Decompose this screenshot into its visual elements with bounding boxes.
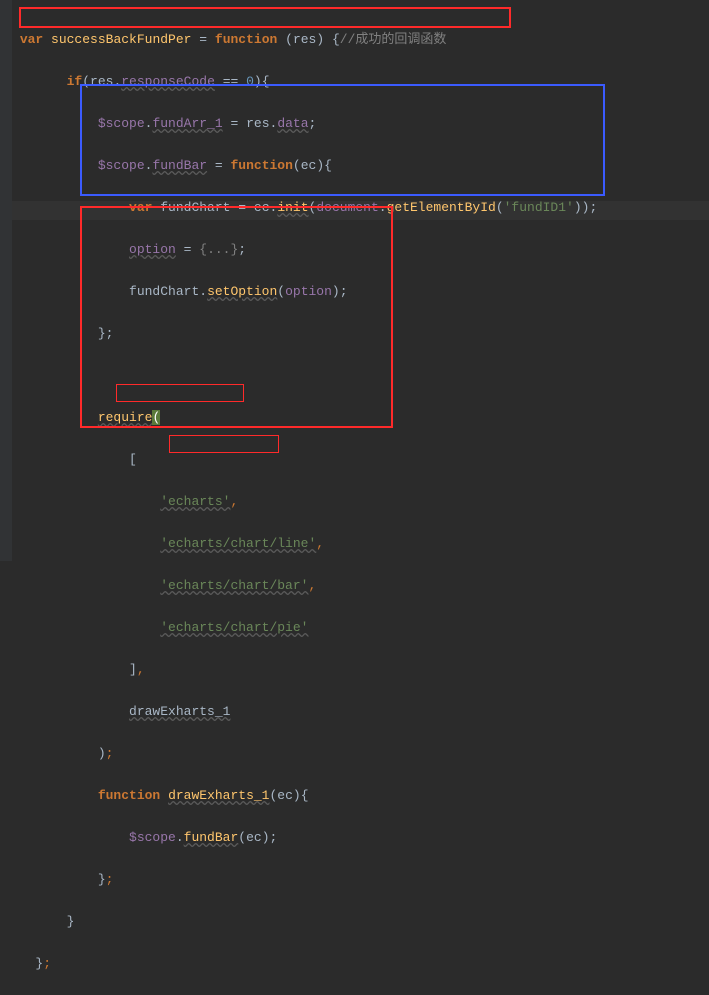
keyword-var: var <box>20 32 43 47</box>
string-literal: 'echarts/chart/line' <box>160 536 316 551</box>
keyword-var: var <box>129 200 152 215</box>
code-line[interactable]: $scope.fundBar(ec); <box>12 827 709 848</box>
code-line[interactable]: }; <box>12 323 709 344</box>
code-line[interactable]: }; <box>12 953 709 974</box>
method-call: setOption <box>207 284 277 299</box>
code-line[interactable]: 'echarts', <box>12 491 709 512</box>
string-literal: 'echarts/chart/bar' <box>160 578 308 593</box>
code-editor[interactable]: var successBackFundPer = function (res) … <box>0 0 709 995</box>
code-fold[interactable]: {...} <box>199 242 238 257</box>
document-global: document <box>316 200 378 215</box>
scope: $scope <box>98 116 145 131</box>
string-literal: 'fundID1' <box>504 200 574 215</box>
argument: option <box>285 284 332 299</box>
identifier: res <box>246 116 269 131</box>
code-line[interactable]: function drawExharts_1(ec){ <box>12 785 709 806</box>
function-call: require <box>98 410 153 425</box>
property: fundArr_1 <box>152 116 222 131</box>
argument: ec <box>246 830 262 845</box>
code-line[interactable]: 'echarts/chart/pie' <box>12 617 709 638</box>
code-line[interactable]: 'echarts/chart/line', <box>12 533 709 554</box>
keyword-function: function <box>231 158 293 173</box>
param: ec <box>277 788 293 803</box>
number-literal: 0 <box>246 74 254 89</box>
scope: $scope <box>98 158 145 173</box>
caret-position: ( <box>152 410 160 425</box>
keyword-if: if <box>67 74 83 89</box>
method-call: getElementById <box>387 200 496 215</box>
code-line[interactable]: drawExharts_1 <box>12 701 709 722</box>
code-line[interactable]: [ <box>12 449 709 470</box>
code-line[interactable]: $scope.fundBar = function(ec){ <box>12 155 709 176</box>
property: fundBar <box>152 158 207 173</box>
code-line[interactable]: if(res.responseCode == 0){ <box>12 71 709 92</box>
code-line[interactable]: var successBackFundPer = function (res) … <box>12 29 709 50</box>
code-line[interactable]: require( <box>12 407 709 428</box>
param: res <box>293 32 316 47</box>
identifier: fundChart <box>129 284 199 299</box>
identifier: drawExharts_1 <box>129 704 230 719</box>
param: ec <box>301 158 317 173</box>
comment: //成功的回调函数 <box>340 32 447 47</box>
method-call: init <box>277 200 308 215</box>
code-line[interactable]: 'echarts/chart/bar', <box>12 575 709 596</box>
code-line[interactable]: $scope.fundArr_1 = res.data; <box>12 113 709 134</box>
string-literal: 'echarts' <box>160 494 230 509</box>
operator: == <box>223 74 239 89</box>
code-line[interactable]: var fundChart = ec.init(document.getElem… <box>12 197 709 218</box>
code-line[interactable]: fundChart.setOption(option); <box>12 281 709 302</box>
identifier: res <box>90 74 113 89</box>
function-name: drawExharts_1 <box>168 788 269 803</box>
code-line[interactable]: ], <box>12 659 709 680</box>
code-line[interactable]: ); <box>12 743 709 764</box>
string-literal: 'echarts/chart/pie' <box>160 620 308 635</box>
method-call: fundBar <box>184 830 239 845</box>
identifier: successBackFundPer <box>51 32 191 47</box>
identifier: ec <box>254 200 270 215</box>
code-line[interactable]: }; <box>12 869 709 890</box>
keyword-function: function <box>215 32 277 47</box>
identifier: option <box>129 242 176 257</box>
code-line[interactable]: } <box>12 911 709 932</box>
code-line[interactable]: option = {...}; <box>12 239 709 260</box>
code-line[interactable] <box>12 365 709 386</box>
property: responseCode <box>121 74 215 89</box>
scope: $scope <box>129 830 176 845</box>
identifier: fundChart <box>160 200 230 215</box>
keyword-function: function <box>98 788 160 803</box>
property: data <box>277 116 308 131</box>
